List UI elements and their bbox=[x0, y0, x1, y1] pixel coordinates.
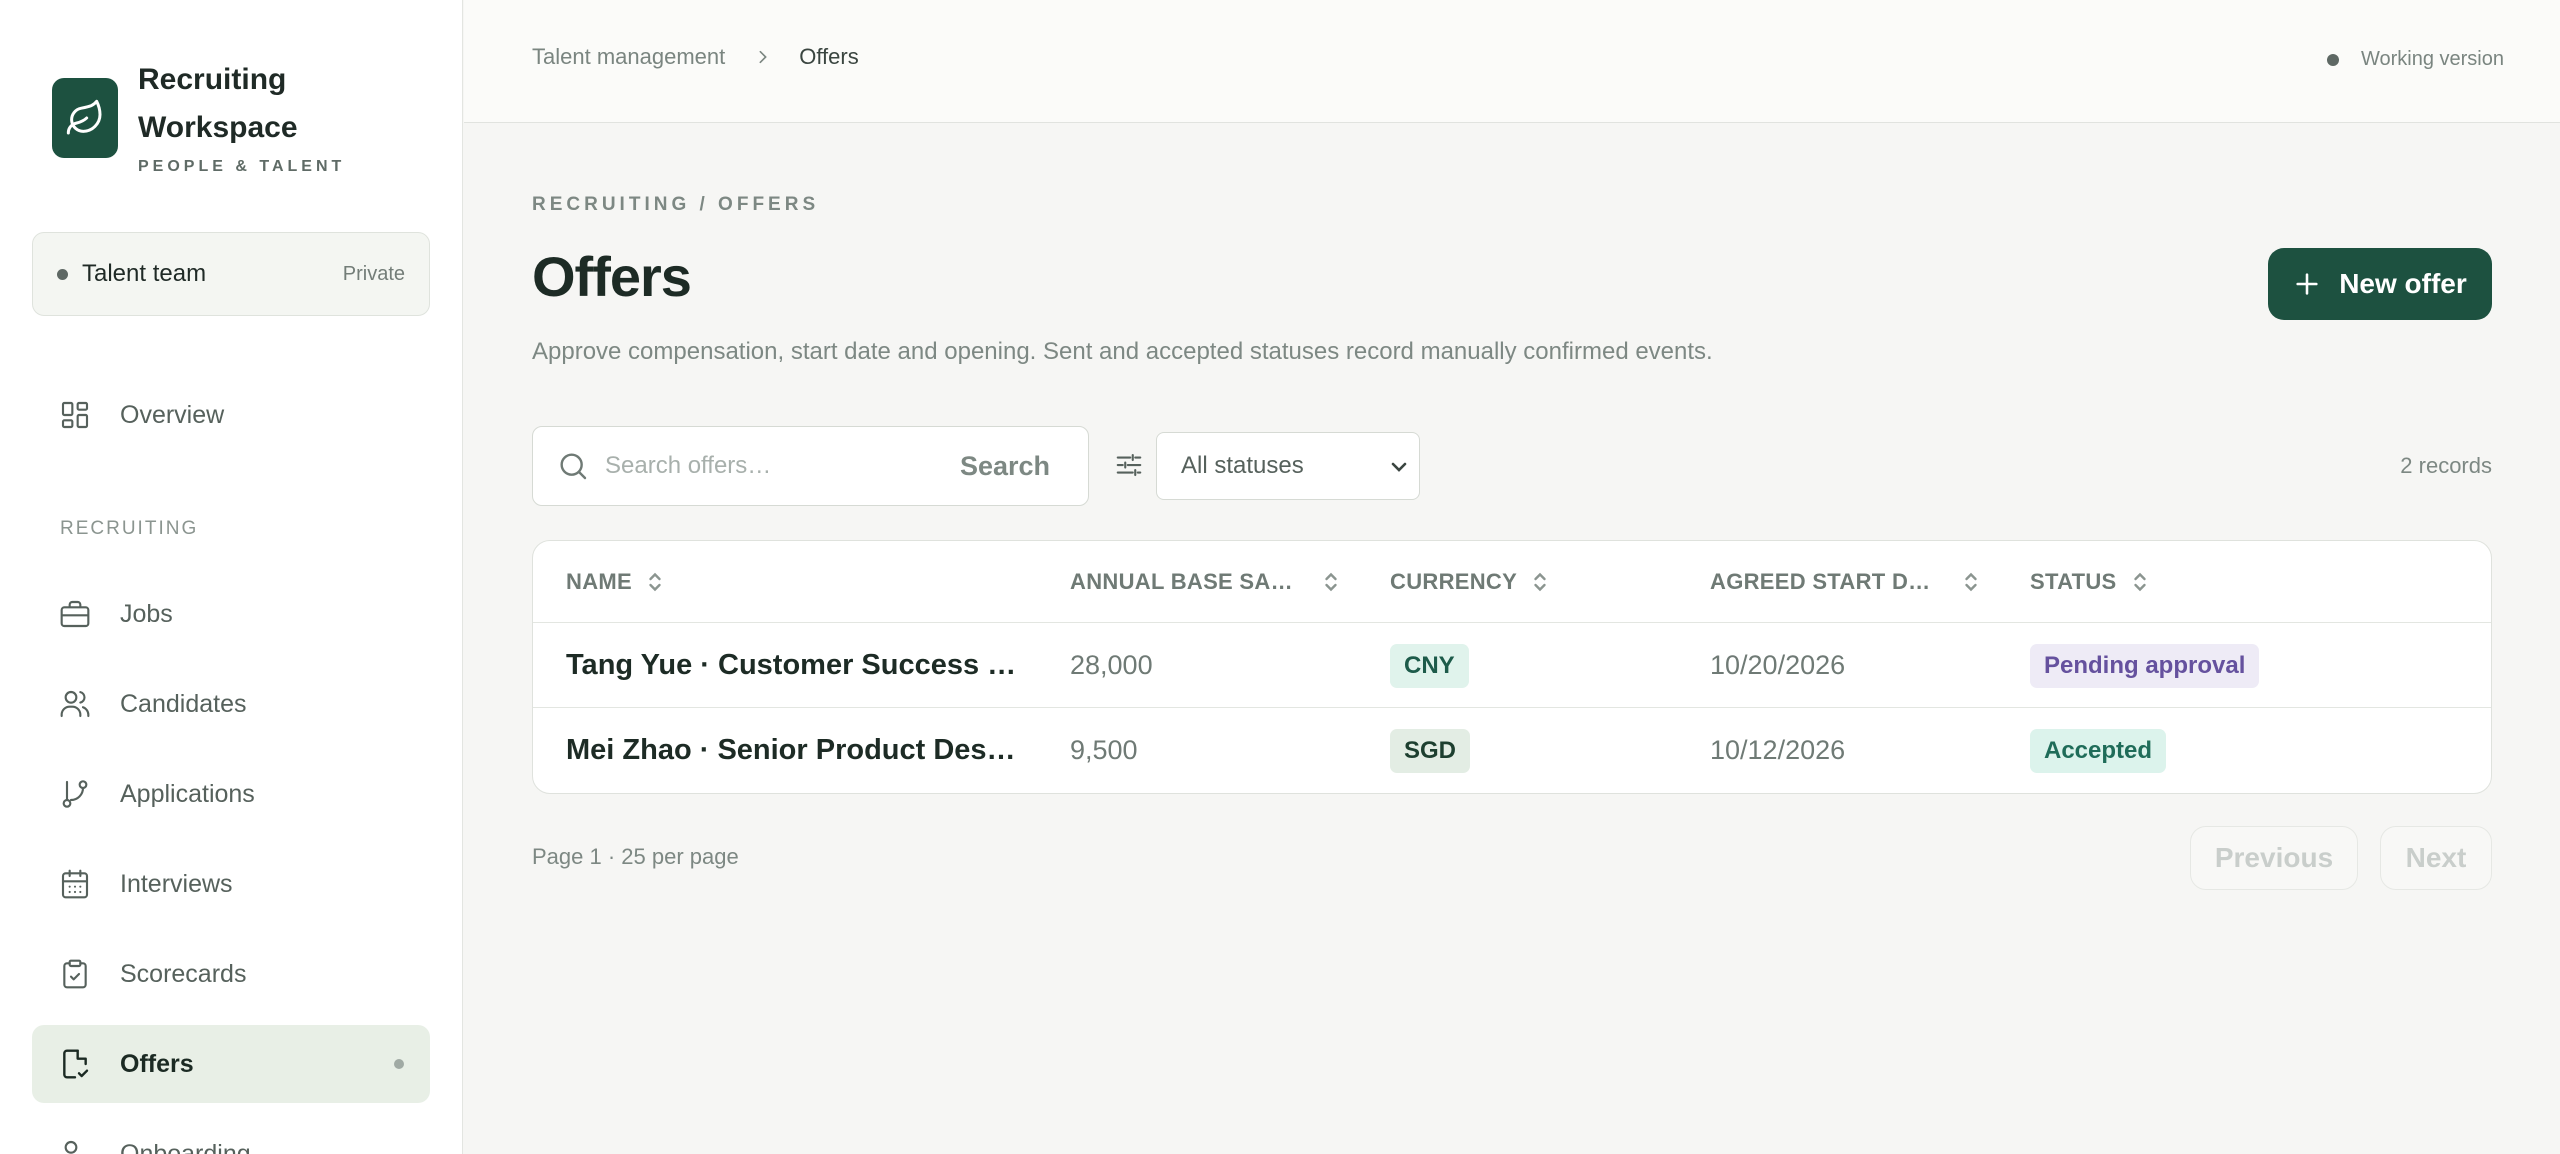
search-button[interactable]: Search bbox=[960, 451, 1050, 482]
column-header-status[interactable]: STATUS bbox=[2030, 569, 2149, 595]
next-page-button[interactable]: Next bbox=[2380, 826, 2492, 890]
team-dot-icon bbox=[57, 268, 68, 280]
record-count: 2 records bbox=[2400, 453, 2492, 478]
offer-start-date: 10/12/2026 bbox=[1710, 735, 1846, 765]
status-dot-icon bbox=[2326, 53, 2339, 66]
version-label: Working version bbox=[2360, 48, 2504, 70]
previous-page-button[interactable]: Previous bbox=[2190, 826, 2358, 890]
sidebar-item-label: Candidates bbox=[120, 689, 247, 718]
sidebar-item-label: Onboarding bbox=[120, 1139, 251, 1154]
status-filter-value: All statuses bbox=[1181, 452, 1304, 479]
breadcrumb-talent-management[interactable]: Talent management bbox=[532, 44, 725, 70]
breadcrumb: Talent management Offers bbox=[532, 44, 859, 70]
sidebar-item-overview[interactable]: Overview bbox=[32, 376, 430, 454]
users-icon bbox=[58, 687, 92, 721]
sidebar-item-label: Offers bbox=[120, 1049, 194, 1078]
offer-name[interactable]: Tang Yue · Customer Success … bbox=[566, 623, 1016, 708]
sidebar-item-jobs[interactable]: Jobs bbox=[32, 575, 430, 653]
status-badge: Pending approval bbox=[2030, 643, 2260, 688]
offers-table: NAME ANNUAL BASE SA… CURRENCY AGREED STA… bbox=[532, 540, 2492, 794]
page-description: Approve compensation, start date and ope… bbox=[532, 338, 1713, 365]
sidebar-item-applications[interactable]: Applications bbox=[32, 755, 430, 833]
sort-icon bbox=[2131, 570, 2149, 594]
file-check-icon bbox=[58, 1047, 92, 1081]
column-header-label: STATUS bbox=[2030, 569, 2117, 594]
search-icon bbox=[557, 450, 589, 482]
column-header-label: AGREED START D… bbox=[1710, 569, 1931, 594]
brand-subtitle: PEOPLE & TALENT bbox=[138, 158, 346, 175]
table-row[interactable]: Tang Yue · Customer Success … 28,000 CNY… bbox=[533, 623, 2491, 708]
offer-salary: 28,000 bbox=[1070, 650, 1153, 680]
sidebar-item-onboarding[interactable]: Onboarding bbox=[32, 1115, 430, 1154]
currency-badge: SGD bbox=[1390, 728, 1471, 773]
sidebar-item-label: Overview bbox=[120, 400, 225, 429]
search-input[interactable] bbox=[605, 452, 960, 480]
brand: Recruiting Workspace PEOPLE & TALENT bbox=[52, 56, 345, 176]
column-header-start-date[interactable]: AGREED START D… bbox=[1710, 569, 1980, 595]
plus-icon bbox=[2293, 270, 2321, 298]
team-visibility: Private bbox=[342, 262, 405, 285]
topbar: Talent management Offers Working version bbox=[464, 0, 2560, 123]
chevron-down-icon bbox=[1387, 455, 1411, 486]
sliders-icon[interactable] bbox=[1112, 448, 1146, 482]
sidebar-item-offers[interactable]: Offers bbox=[32, 1025, 430, 1103]
team-name: Talent team bbox=[82, 260, 207, 287]
briefcase-icon bbox=[58, 597, 92, 631]
status-filter-select[interactable]: All statuses bbox=[1156, 432, 1420, 500]
offer-name[interactable]: Mei Zhao · Senior Product Des… bbox=[566, 708, 1016, 793]
git-branch-icon bbox=[58, 777, 92, 811]
sort-icon bbox=[646, 570, 664, 594]
active-indicator-dot bbox=[394, 1059, 404, 1069]
column-header-label: ANNUAL BASE SA… bbox=[1070, 569, 1293, 594]
offer-salary: 9,500 bbox=[1070, 735, 1138, 765]
table-header: NAME ANNUAL BASE SA… CURRENCY AGREED STA… bbox=[533, 541, 2491, 623]
status-badge: Accepted bbox=[2030, 728, 2167, 773]
search-box: Search bbox=[532, 426, 1089, 506]
table-row[interactable]: Mei Zhao · Senior Product Des… 9,500 SGD… bbox=[533, 708, 2491, 793]
user-check-icon bbox=[58, 1137, 92, 1154]
sidebar: Recruiting Workspace PEOPLE & TALENT Tal… bbox=[0, 0, 463, 1154]
column-header-label: NAME bbox=[566, 569, 632, 594]
offer-start-date: 10/20/2026 bbox=[1710, 650, 1846, 680]
page-title: Offers bbox=[532, 245, 692, 308]
sidebar-item-label: Interviews bbox=[120, 869, 233, 898]
page-eyebrow: RECRUITING / OFFERS bbox=[532, 194, 820, 215]
sort-icon bbox=[1531, 570, 1549, 594]
column-header-salary[interactable]: ANNUAL BASE SA… bbox=[1070, 569, 1340, 595]
team-switcher[interactable]: Talent team Private bbox=[32, 232, 430, 316]
calendar-icon bbox=[58, 867, 92, 901]
breadcrumb-offers: Offers bbox=[799, 44, 859, 69]
sidebar-item-candidates[interactable]: Candidates bbox=[32, 665, 430, 743]
dashboard-icon bbox=[58, 398, 92, 432]
pagination-info: Page 1 · 25 per page bbox=[532, 844, 739, 869]
leaf-logo-icon bbox=[52, 78, 118, 158]
column-header-label: CURRENCY bbox=[1390, 569, 1518, 594]
sidebar-item-scorecards[interactable]: Scorecards bbox=[32, 935, 430, 1013]
currency-badge: CNY bbox=[1390, 643, 1469, 688]
column-header-currency[interactable]: CURRENCY bbox=[1390, 569, 1549, 595]
new-offer-label: New offer bbox=[2339, 268, 2467, 299]
new-offer-button[interactable]: New offer bbox=[2268, 248, 2492, 320]
sidebar-item-label: Applications bbox=[120, 779, 255, 808]
sort-icon bbox=[1962, 570, 1980, 594]
version-status: Working version bbox=[2326, 48, 2504, 71]
clipboard-check-icon bbox=[58, 957, 92, 991]
chevron-right-icon bbox=[755, 48, 771, 66]
nav-section-recruiting: RECRUITING bbox=[60, 518, 199, 539]
sidebar-item-label: Scorecards bbox=[120, 959, 247, 988]
brand-title: Recruiting Workspace bbox=[138, 63, 298, 144]
sidebar-item-label: Jobs bbox=[120, 599, 173, 628]
column-header-name[interactable]: NAME bbox=[566, 569, 664, 595]
sort-icon bbox=[1322, 570, 1340, 594]
sidebar-item-interviews[interactable]: Interviews bbox=[32, 845, 430, 923]
